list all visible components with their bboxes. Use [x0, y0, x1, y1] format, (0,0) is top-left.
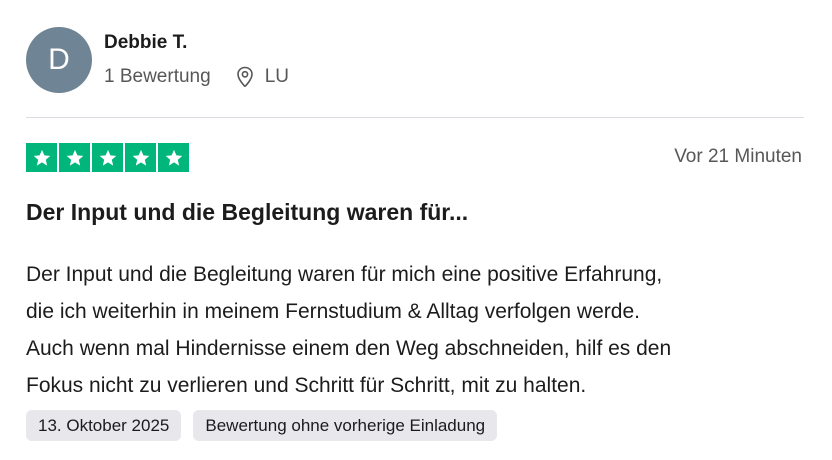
reviewer-name[interactable]: Debbie T.	[104, 30, 289, 56]
map-pin-icon	[235, 66, 255, 88]
star-rating	[26, 143, 189, 172]
review-card: D Debbie T. 1 Bewertung LU Vor 21 Minute…	[0, 0, 832, 460]
avatar[interactable]: D	[26, 27, 92, 93]
star-icon	[125, 143, 156, 172]
location-label: LU	[264, 66, 289, 87]
review-count: 1 Bewertung	[104, 66, 211, 87]
review-body: Der Input und die Begleitung waren für m…	[26, 256, 816, 404]
review-title[interactable]: Der Input und die Begleitung waren für..…	[26, 197, 468, 227]
divider	[26, 117, 804, 118]
star-icon	[26, 143, 57, 172]
review-tags: 13. Oktober 2025 Bewertung ohne vorherig…	[26, 410, 498, 441]
review-body-line: Der Input und die Begleitung waren für m…	[26, 263, 663, 286]
reviewer-info: Debbie T. 1 Bewertung LU	[104, 27, 289, 90]
star-icon	[59, 143, 90, 172]
reviewer-location: LU	[235, 64, 289, 90]
star-icon	[92, 143, 123, 172]
reviewer-header: D Debbie T. 1 Bewertung LU	[26, 27, 289, 93]
reviewer-meta: 1 Bewertung LU	[104, 64, 289, 90]
review-body-line: Fokus nicht zu verlieren und Schritt für…	[26, 374, 587, 397]
review-body-line: Auch wenn mal Hindernisse einem den Weg …	[26, 337, 672, 360]
invitation-status-tag[interactable]: Bewertung ohne vorherige Einladung	[193, 410, 498, 441]
review-body-line: die ich weiterhin in meinem Fernstudium …	[26, 300, 640, 323]
review-date-tag: 13. Oktober 2025	[26, 410, 182, 441]
review-timestamp: Vor 21 Minuten	[674, 146, 802, 167]
star-icon	[158, 143, 189, 172]
